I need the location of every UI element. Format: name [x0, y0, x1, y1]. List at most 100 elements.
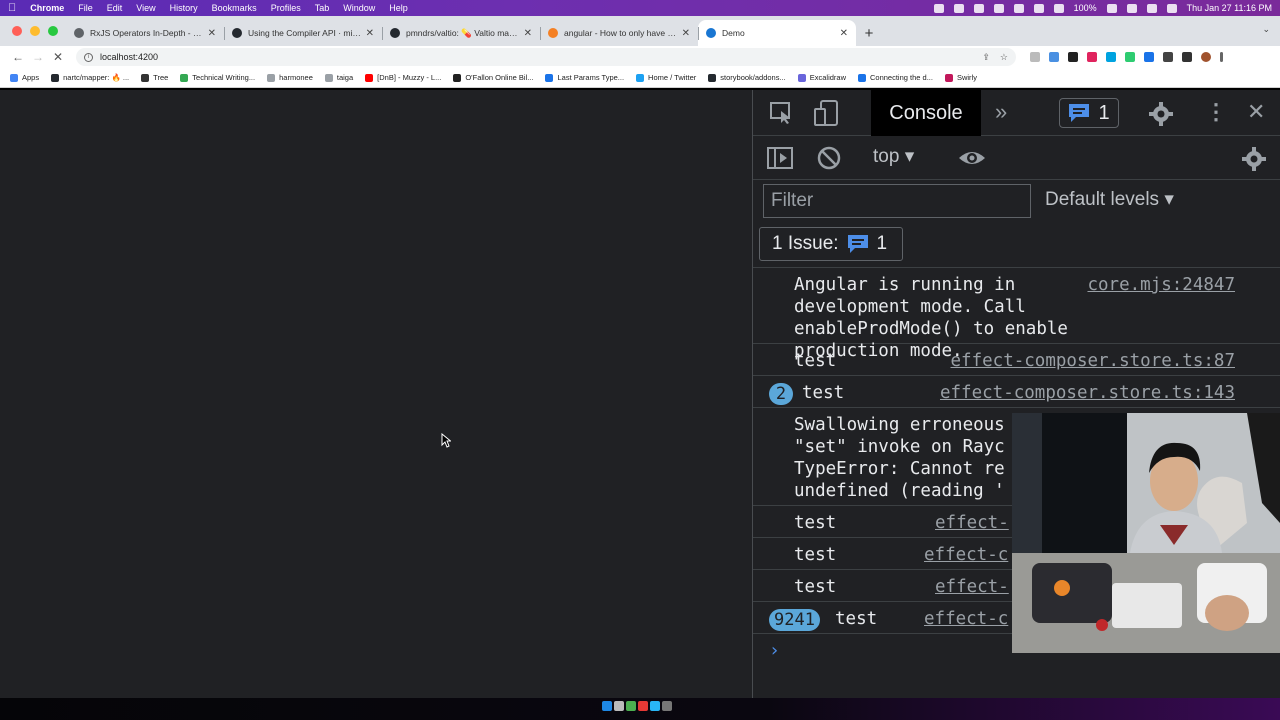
bookmark-item[interactable]: Tree — [141, 73, 168, 82]
menu-bookmarks[interactable]: Bookmarks — [212, 3, 257, 13]
share-icon[interactable]: ⇪ — [982, 52, 990, 63]
bookmark-item[interactable]: nartc/mapper: 🔥 ... — [51, 73, 129, 82]
site-info-icon[interactable]: i — [84, 52, 93, 62]
menu-help[interactable]: Help — [389, 3, 408, 13]
bookmark-item[interactable]: Excalidraw — [797, 73, 846, 82]
bookmark-item[interactable]: taiga — [324, 73, 353, 82]
bookmark-item[interactable]: Technical Writing... — [180, 73, 255, 82]
side-panel-icon[interactable] — [1182, 52, 1192, 62]
tab-valtio[interactable]: pmndrs/valtio: 💊 Valtio makes ✕ — [382, 20, 540, 46]
tab-compiler-api[interactable]: Using the Compiler API · micro ✕ — [224, 20, 382, 46]
search-icon[interactable] — [1146, 3, 1157, 13]
status-app-icon-4[interactable] — [1033, 3, 1044, 13]
issues-counter-button[interactable]: 1 — [1059, 98, 1119, 128]
message-source-link[interactable]: core.mjs:24847 — [1087, 274, 1235, 296]
live-expression-eye-icon[interactable] — [957, 146, 987, 170]
menu-clock[interactable]: Thu Jan 27 11:16 PM — [1187, 3, 1272, 13]
bookmark-item[interactable]: Swirly — [944, 73, 977, 82]
menu-file[interactable]: File — [78, 3, 93, 13]
new-tab-button[interactable]: + — [856, 20, 882, 46]
close-devtools-icon[interactable]: ✕ — [1247, 99, 1265, 125]
finder-icon[interactable] — [602, 701, 612, 711]
tab-rxjs[interactable]: RxJS Operators In-Depth - Par ✕ — [66, 20, 224, 46]
extensions-puzzle-icon[interactable] — [1163, 52, 1173, 62]
tab-demo[interactable]: Demo ✕ — [698, 20, 856, 46]
trash-icon[interactable] — [662, 701, 672, 711]
extension-icon[interactable] — [1049, 52, 1059, 62]
message-source-link[interactable]: effect-c — [924, 608, 1008, 630]
show-sidebar-icon[interactable] — [767, 146, 793, 170]
minimize-window-button[interactable] — [30, 26, 40, 36]
message-source-link[interactable]: effect-composer.store.ts:87 — [951, 350, 1235, 372]
flag-icon[interactable] — [1053, 3, 1064, 13]
wifi-icon[interactable] — [1126, 3, 1137, 13]
extension-icon[interactable] — [1030, 52, 1040, 62]
tab-search-icon[interactable]: ⌄ — [1262, 24, 1270, 35]
address-bar[interactable]: i localhost:4200 ⇪ ☆ — [76, 48, 1016, 66]
bookmark-star-icon[interactable]: ☆ — [1000, 52, 1008, 63]
log-levels-dropdown[interactable]: Default levels ▾ — [1045, 188, 1174, 211]
inspect-element-icon[interactable] — [769, 101, 795, 125]
tab-close-icon[interactable]: ✕ — [524, 28, 532, 39]
tab-stackoverflow[interactable]: angular - How to only have sec ✕ — [540, 20, 698, 46]
status-app-icon-2[interactable] — [973, 3, 984, 13]
message-source-link[interactable]: effect- — [935, 512, 1009, 534]
bookmark-item[interactable]: Connecting the d... — [858, 73, 933, 82]
apple-menu-icon[interactable]:  — [8, 2, 16, 14]
more-menu-icon[interactable] — [1220, 52, 1223, 62]
zoom-window-button[interactable] — [48, 26, 58, 36]
menu-edit[interactable]: Edit — [107, 3, 123, 13]
dock-app-icon[interactable] — [650, 701, 660, 711]
bookmark-item[interactable]: storybook/addons... — [708, 73, 786, 82]
extension-icon[interactable] — [1144, 52, 1154, 62]
menu-app-name[interactable]: Chrome — [30, 3, 64, 13]
battery-icon[interactable] — [1106, 3, 1117, 13]
page-viewport[interactable] — [0, 90, 752, 698]
extension-icon[interactable] — [1068, 52, 1078, 62]
console-settings-gear-icon[interactable] — [1241, 146, 1267, 172]
tab-close-icon[interactable]: ✕ — [682, 28, 690, 39]
context-selector[interactable]: top ▾ — [873, 145, 914, 168]
tab-close-icon[interactable]: ✕ — [208, 28, 216, 39]
message-source-link[interactable]: effect-c — [924, 544, 1008, 566]
angular-devtools-icon[interactable] — [1087, 52, 1097, 62]
tab-close-icon[interactable]: ✕ — [366, 28, 374, 39]
device-toolbar-icon[interactable] — [813, 99, 841, 127]
bookmark-item[interactable]: Home / Twitter — [636, 73, 696, 82]
issues-button[interactable]: 1 Issue: 1 — [759, 227, 903, 261]
battery-percent[interactable]: 100% — [1074, 3, 1097, 13]
filter-input[interactable]: Filter — [763, 184, 1031, 218]
message-source-link[interactable]: effect- — [935, 576, 1009, 598]
menu-window[interactable]: Window — [343, 3, 375, 13]
clear-console-icon[interactable] — [817, 146, 841, 170]
bookmark-item[interactable]: [DnB] - Muzzy - L... — [365, 73, 441, 82]
status-app-icon-3[interactable] — [1013, 3, 1024, 13]
extension-icon[interactable] — [1106, 52, 1116, 62]
customize-menu-icon[interactable]: ⋮ — [1205, 99, 1227, 125]
chrome-icon[interactable] — [638, 701, 648, 711]
menu-tab[interactable]: Tab — [315, 3, 330, 13]
bookmark-item[interactable]: Apps — [10, 73, 39, 82]
bookmark-item[interactable]: Last Params Type... — [545, 73, 624, 82]
stop-loading-icon[interactable]: ✕ — [48, 50, 68, 64]
message-source-link[interactable]: effect-composer.store.ts:143 — [940, 382, 1235, 404]
settings-gear-icon[interactable] — [1148, 101, 1174, 127]
extension-icon[interactable] — [1125, 52, 1135, 62]
more-tabs-icon[interactable]: » — [995, 99, 1007, 125]
control-center-icon[interactable] — [1166, 3, 1177, 13]
url-text[interactable]: localhost:4200 — [100, 52, 158, 62]
console-prompt-icon[interactable]: › — [769, 640, 780, 661]
forward-icon[interactable]: → — [28, 50, 48, 64]
menu-profiles[interactable]: Profiles — [271, 3, 301, 13]
dock-app-icon[interactable] — [626, 701, 636, 711]
back-icon[interactable]: ← — [8, 50, 28, 64]
status-shield-icon[interactable] — [953, 3, 964, 13]
close-window-button[interactable] — [12, 26, 22, 36]
bookmark-item[interactable]: harmonee — [267, 73, 313, 82]
cloud-icon[interactable] — [993, 3, 1004, 13]
dock-app-icon[interactable] — [614, 701, 624, 711]
profile-avatar[interactable] — [1201, 52, 1211, 62]
menu-history[interactable]: History — [170, 3, 198, 13]
tab-close-icon[interactable]: ✕ — [840, 28, 848, 39]
menu-view[interactable]: View — [136, 3, 155, 13]
